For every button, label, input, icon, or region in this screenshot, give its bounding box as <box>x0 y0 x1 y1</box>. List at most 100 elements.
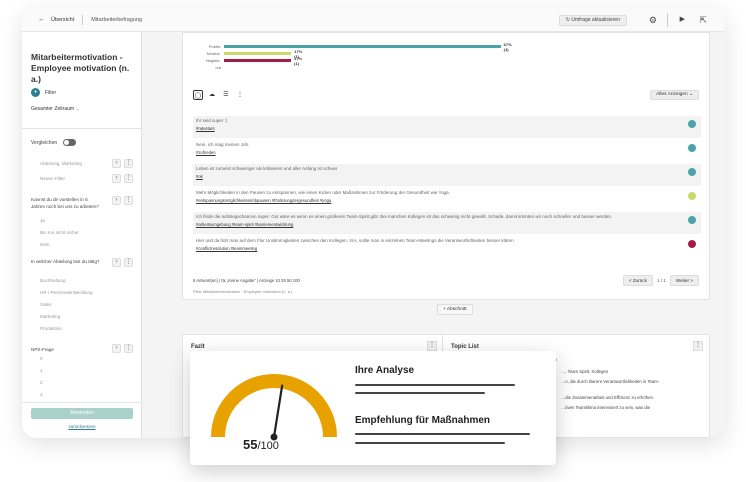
row-actions: › ⋮ <box>112 174 133 183</box>
option-item[interactable]: 1 <box>40 368 43 373</box>
answer-text: Nein, ich mag meinen Job. <box>196 142 250 147</box>
results-card: Positiv 67% (4) Neutral 17% (1) Negativ 17% (… <box>182 32 710 300</box>
sentiment-dot <box>688 120 696 128</box>
filter-row-new[interactable]: Neuen Filter <box>40 176 65 181</box>
breadcrumb-overview[interactable]: Übersicht <box>51 17 74 23</box>
period-label: Gesamter Zeitraum <box>31 106 75 112</box>
option-item[interactable]: Marketing <box>40 314 60 319</box>
bar-row: n/a <box>193 65 228 70</box>
option-item[interactable]: HR / Personalentwicklung <box>40 290 93 295</box>
answer-text: Hier und da hört man auf dem Flur Unstim… <box>196 238 514 243</box>
question-department: In welcher Abteilung bist du tätig? <box>31 259 100 264</box>
sentiment-dot <box>688 168 696 176</box>
refresh-survey-button[interactable]: ↻ Umfrage aktualisieren <box>558 15 627 26</box>
bar-label: Neutral <box>206 51 220 56</box>
option-item[interactable]: Bin mir nicht sicher <box>40 230 79 235</box>
score-value: 55 <box>243 437 258 452</box>
filter-row-department[interactable]: Abteilung, Marketing <box>40 161 82 166</box>
answer-text: Ihr seid super :) <box>196 118 228 123</box>
option-item[interactable]: Ja <box>40 218 45 223</box>
option-item[interactable]: 0 <box>40 356 43 361</box>
topic-line: …die Zusammenarbeit und Effizienz zu erh… <box>561 395 655 400</box>
filter-label: Filter <box>45 89 57 96</box>
more-icon[interactable]: ⋮ <box>124 174 133 183</box>
divider <box>22 128 142 129</box>
option-item[interactable]: Buchhaltung <box>40 278 66 283</box>
more-icon[interactable]: ⋮ <box>235 90 245 100</box>
answer-count: 6 Antwort(en) | 0x „Keine Angabe" | Anze… <box>193 278 300 283</box>
question-5-years: Kannst du dir vorstellen in 5 Jahren noc… <box>31 197 99 209</box>
answer-tags[interactable]: #entspannungsmöglichkeitenimbpausen #för… <box>196 198 331 203</box>
bar-row: Positiv 67% (4) <box>193 41 517 52</box>
divider <box>22 402 142 403</box>
answer-item[interactable]: Ihr seid super :) #ratestars <box>193 116 701 138</box>
bar <box>223 59 292 62</box>
breadcrumb-divider <box>82 14 84 25</box>
filter-sidebar: Mitarbeitermotivation - Employee motivat… <box>22 32 142 438</box>
more-icon[interactable]: ⋮ <box>124 196 133 205</box>
answer-tags[interactable]: #ratestars <box>196 126 215 131</box>
row-actions: › ⋮ <box>112 344 133 353</box>
list-icon[interactable]: ☰ <box>221 90 231 100</box>
sentiment-dot <box>688 216 696 224</box>
period-select[interactable]: Gesamter Zeitraum ⌄ <box>31 106 80 112</box>
topic-list-title: Topic List <box>451 344 479 350</box>
refresh-survey-label: Umfrage aktualisieren <box>571 17 620 23</box>
score-readout: 55/100 <box>243 437 279 452</box>
answer-tags[interactable]: #conflictresolution #teammeeting <box>196 246 257 251</box>
answer-item[interactable]: Mehr Möglichkeiten in den Pausen zu ents… <box>193 188 701 210</box>
analysis-overlay: 55/100 Ihre Analyse Empfehlung für Maßna… <box>190 351 556 465</box>
more-icon[interactable]: ⋮ <box>124 258 133 267</box>
show-all-dropdown[interactable]: Alles Anzeigen ⌄ <box>650 90 699 100</box>
more-icon[interactable]: ⋮ <box>427 341 437 351</box>
sentiment-dot <box>688 144 696 152</box>
answer-item[interactable]: Hier und da hört man auf dem Flur Unstim… <box>193 236 701 258</box>
chevron-right-icon[interactable]: › <box>112 159 121 168</box>
chevron-right-icon[interactable]: › <box>112 258 121 267</box>
bar-value-label: 17% (1) <box>294 55 303 66</box>
comment-icon[interactable]: ◯ <box>193 90 203 100</box>
placeholder-line <box>355 442 505 444</box>
gear-icon[interactable]: ⚙ <box>649 14 657 26</box>
bar-row: Negativ 17% (1) <box>193 55 307 66</box>
add-filter-button[interactable]: + Filter <box>31 88 56 97</box>
next-button[interactable]: Weiter > <box>669 275 699 286</box>
top-bar: ← Übersicht Mitarbeiterbefragung ↻ Umfra… <box>22 8 725 32</box>
option-item[interactable]: Nein <box>40 242 49 247</box>
reset-link[interactable]: zurücksetzen <box>22 424 142 429</box>
page-indicator: 1 / 1 <box>656 278 666 283</box>
answer-item[interactable]: Nein, ich mag meinen Job. #zufrieden <box>193 140 701 162</box>
chevron-right-icon[interactable]: › <box>112 344 121 353</box>
cloud-icon[interactable]: ☁ <box>207 90 217 100</box>
back-arrow-icon[interactable]: ← <box>38 16 45 23</box>
answer-item[interactable]: Ich finde die aufstiegschancen super. Gu… <box>193 212 701 234</box>
answer-tags[interactable]: #arbeitsumgebung #team-spirit #karrieree… <box>196 222 293 227</box>
add-section-button[interactable]: + Abschnitt <box>437 304 473 315</box>
external-link-icon[interactable]: ⇱ <box>699 14 707 26</box>
bar-label: Negativ <box>205 58 220 63</box>
bar <box>224 45 501 48</box>
prev-button[interactable]: < Zurück <box>622 275 653 286</box>
option-item[interactable]: 3 <box>40 392 43 397</box>
survey-title: Mitarbeitermotivation - Employee motivat… <box>31 52 130 84</box>
bar-value-label: 67% (4) <box>503 41 512 52</box>
toolbar-divider <box>667 13 668 27</box>
option-item[interactable]: Sales <box>40 302 52 307</box>
compare-label: Vergleichen <box>31 139 58 146</box>
compare-toggle[interactable] <box>63 139 77 146</box>
chevron-right-icon[interactable]: › <box>112 174 121 183</box>
score-max: /100 <box>257 440 279 452</box>
answer-tags[interactable]: #ok <box>196 174 203 179</box>
play-icon[interactable]: ▶ <box>680 14 685 26</box>
option-item[interactable]: 2 <box>40 380 43 385</box>
sentiment-dot <box>688 192 696 200</box>
more-icon[interactable]: ⋮ <box>693 341 703 351</box>
apply-button[interactable]: Anwenden <box>31 408 133 419</box>
answer-tags[interactable]: #zufrieden <box>196 150 216 155</box>
option-item[interactable]: Produktion <box>40 326 62 331</box>
answer-item[interactable]: Leben ist zumeist schwieriger als kritis… <box>193 164 701 186</box>
analysis-heading: Ihre Analyse <box>355 365 415 376</box>
chevron-right-icon[interactable]: › <box>112 196 121 205</box>
more-icon[interactable]: ⋮ <box>124 344 133 353</box>
more-icon[interactable]: ⋮ <box>124 159 133 168</box>
